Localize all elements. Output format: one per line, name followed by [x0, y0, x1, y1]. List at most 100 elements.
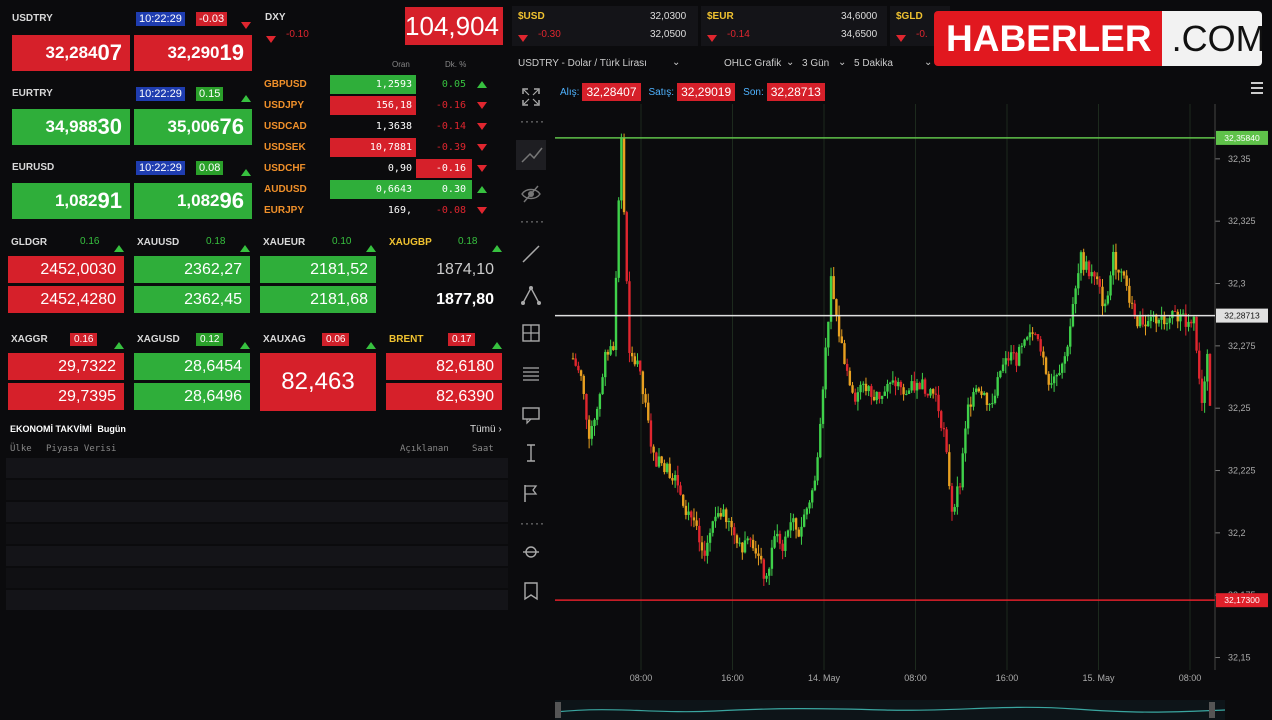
y-tick-label: 32,325	[1228, 216, 1256, 226]
fx-rate: 169,	[387, 205, 412, 216]
bookmark-icon[interactable]	[520, 580, 542, 602]
candle-body	[985, 392, 989, 405]
candle-body	[636, 360, 639, 365]
table-row[interactable]: GBPUSD 1,2593 0.05	[264, 74, 504, 95]
table-row[interactable]: AUDUSD 0,6643 0.30	[264, 179, 504, 200]
chart-navigator[interactable]	[555, 700, 1225, 720]
fx-rate: 0,90	[387, 163, 412, 174]
y-tick-label: 32,225	[1228, 466, 1256, 476]
metal-name: XAGUSD	[137, 334, 180, 345]
metal-price-button[interactable]: 82,463	[260, 353, 376, 411]
metal-ask-button[interactable]: 28,6496	[134, 383, 250, 410]
metal-name: GLDGR	[11, 237, 48, 248]
magnet-icon[interactable]	[520, 541, 542, 563]
metal-bid-button[interactable]: 2362,27	[134, 256, 250, 283]
range-select[interactable]: 3 Gün	[802, 58, 829, 69]
list-item	[6, 546, 508, 566]
up-arrow-icon	[241, 89, 251, 107]
usdtry-bid-button[interactable]: 32,284 07	[12, 35, 130, 71]
candle-body	[617, 200, 620, 278]
low-level-label: 32,17300	[1224, 595, 1260, 605]
table-row[interactable]: EURJPY 169, -0.08	[264, 200, 504, 221]
candle-body	[907, 390, 911, 395]
candle-body	[606, 351, 610, 355]
up-arrow-icon	[241, 163, 251, 181]
candle-body	[888, 382, 892, 384]
metal-bid-button[interactable]: 1874,10	[386, 256, 502, 283]
fx-change: -0.08	[435, 205, 466, 216]
fx-rate: 156,18	[330, 96, 416, 115]
metal-bid-button[interactable]: 29,7322	[8, 353, 124, 380]
navigator-handle-left[interactable]	[555, 702, 561, 718]
measure-icon[interactable]	[520, 442, 542, 464]
flag-icon[interactable]	[520, 482, 542, 504]
tile-eurusd-name: EURUSD	[12, 162, 55, 173]
eurtry-bid-button[interactable]: 34,988 30	[12, 109, 130, 145]
top-tile-eur[interactable]: $EUR 34,6000 -0.14 34,6500	[701, 6, 887, 46]
fx-change: 0.05	[441, 79, 466, 90]
instrument-select[interactable]: USDTRY - Dolar / Türk Lirası	[518, 58, 647, 69]
calendar-list	[6, 458, 508, 638]
metal-ask-button[interactable]: 2362,45	[134, 286, 250, 313]
menu-icon[interactable]	[1251, 82, 1263, 94]
fullscreen-icon[interactable]	[520, 86, 542, 108]
fx-col-change: Dk. %	[445, 60, 467, 69]
down-arrow-icon	[472, 100, 492, 112]
eurusd-ask-button[interactable]: 1,082 96	[134, 183, 252, 219]
metal-bid-button[interactable]: 28,6454	[134, 353, 250, 380]
navigator-handle-right[interactable]	[1209, 702, 1215, 718]
metal-ask-button[interactable]: 2452,4280	[8, 286, 124, 313]
eurusd-bid-button[interactable]: 1,082 91	[12, 183, 130, 219]
usdtry-ask-button[interactable]: 32,290 19	[134, 35, 252, 71]
chart-toolbar: USDTRY - Dolar / Türk Lirası ⌄ OHLC Graf…	[512, 55, 942, 73]
up-arrow-icon	[240, 239, 250, 257]
tile-eurtry-name: EURTRY	[12, 88, 53, 99]
candle-body	[840, 336, 843, 344]
price-chart[interactable]: 08:00 16:00 14. May 08:00 16:00 15. May 08:00 3…	[555, 104, 1272, 704]
candle-body	[1168, 318, 1171, 323]
candle-body	[582, 375, 585, 394]
candle-body	[746, 538, 749, 541]
fib-levels-icon[interactable]	[520, 363, 542, 385]
top-tile-usd[interactable]: $USD 32,0300 -0.30 32,0500	[512, 6, 698, 46]
metal-ask-button[interactable]: 1877,80	[386, 286, 502, 313]
table-row[interactable]: USDJPY 156,18 -0.16	[264, 95, 504, 116]
candle-body	[1181, 313, 1185, 315]
eye-icon[interactable]	[520, 183, 542, 205]
candle-body	[719, 513, 723, 517]
table-row[interactable]: USDCHF 0,90 -0.16	[264, 158, 504, 179]
trend-line-icon[interactable]	[516, 140, 546, 170]
candle-body	[706, 542, 709, 556]
fx-rate: 10,7881	[330, 138, 416, 157]
metal-ask-button[interactable]: 82,6390	[386, 383, 502, 410]
candle-body	[974, 388, 978, 393]
eurtry-ask-button[interactable]: 35,006 76	[134, 109, 252, 145]
candle-body	[1198, 350, 1201, 379]
candle-body	[870, 386, 873, 397]
text-tool-icon[interactable]	[520, 403, 542, 425]
table-row[interactable]: USDSEK 10,7881 -0.39	[264, 137, 504, 158]
candle-body	[727, 520, 731, 523]
metal-change: 0.16	[80, 236, 100, 247]
metal-bid-button[interactable]: 2452,0030	[8, 256, 124, 283]
fx-rate: 0,6643	[330, 180, 416, 199]
chart-type-select[interactable]: OHLC Grafik	[724, 58, 781, 69]
tile-usdtry-change: -0.03	[196, 12, 228, 26]
metal-bid-button[interactable]: 2181,52	[260, 256, 376, 283]
fx-change: -0.16	[435, 100, 466, 111]
grid-tool-icon[interactable]	[520, 322, 542, 344]
high-level-label: 32,35840	[1224, 133, 1260, 143]
candle-body	[776, 533, 779, 537]
line-tool-icon[interactable]	[520, 243, 542, 265]
table-row[interactable]: USDCAD 1,3638 -0.14	[264, 116, 504, 137]
metal-ask-button[interactable]: 29,7395	[8, 383, 124, 410]
pitchfork-icon[interactable]	[520, 284, 542, 306]
candle-body	[996, 377, 999, 396]
metal-ask-button[interactable]: 2181,68	[260, 286, 376, 313]
metal-bid-button[interactable]: 82,6180	[386, 353, 502, 380]
interval-select[interactable]: 5 Dakika	[854, 58, 893, 69]
candle-body	[1098, 279, 1102, 287]
candle-body	[1101, 286, 1104, 307]
candle-body	[923, 379, 927, 394]
calendar-all-link[interactable]: Tümü ›	[470, 424, 502, 435]
